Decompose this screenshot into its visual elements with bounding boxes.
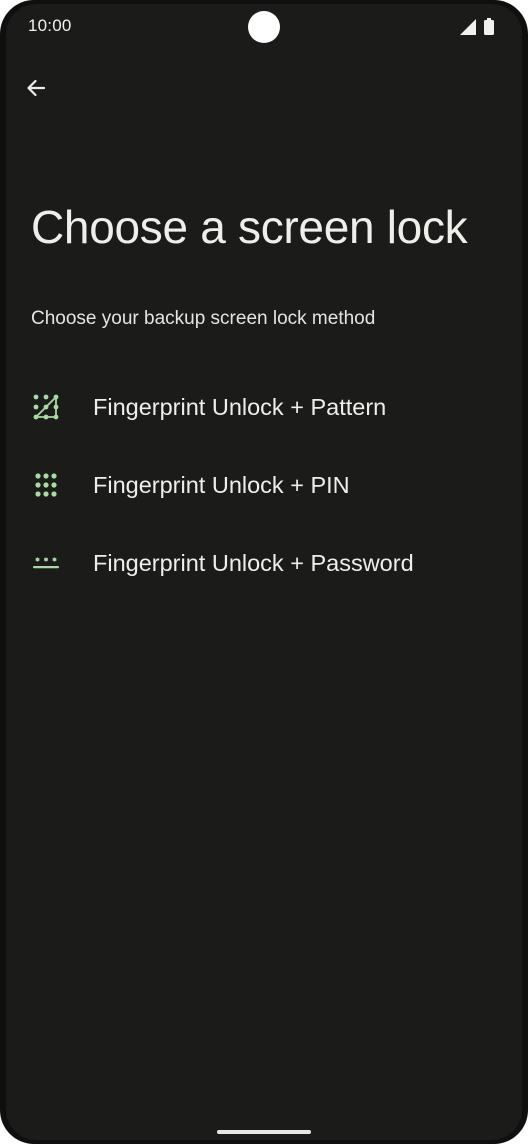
status-bar: 10:00 [6, 4, 522, 48]
gesture-navigation-bar[interactable] [217, 1130, 311, 1134]
status-time: 10:00 [28, 16, 72, 35]
screen-lock-options: Fingerprint Unlock + Pattern Fingerprint… [6, 368, 522, 602]
option-label: Fingerprint Unlock + Password [93, 549, 414, 576]
option-password[interactable]: Fingerprint Unlock + Password [6, 524, 522, 602]
page-subtitle: Choose your backup screen lock method [31, 308, 376, 329]
battery-icon [484, 18, 494, 35]
pin-icon [32, 471, 60, 499]
arrow-left-icon [24, 76, 48, 105]
screen: 10:00 Choose a screen lock Choose your b… [6, 4, 522, 1140]
page-title: Choose a screen lock [31, 201, 468, 253]
option-label: Fingerprint Unlock + Pattern [93, 393, 387, 420]
camera-cutout [248, 11, 280, 43]
pattern-icon [32, 393, 60, 421]
option-pattern[interactable]: Fingerprint Unlock + Pattern [6, 368, 522, 446]
status-icons [460, 18, 494, 35]
device-frame: 10:00 Choose a screen lock Choose your b… [0, 0, 528, 1144]
signal-icon [460, 19, 476, 35]
back-button[interactable] [20, 74, 52, 106]
option-pin[interactable]: Fingerprint Unlock + PIN [6, 446, 522, 524]
option-label: Fingerprint Unlock + PIN [93, 471, 350, 498]
password-icon [32, 549, 60, 577]
